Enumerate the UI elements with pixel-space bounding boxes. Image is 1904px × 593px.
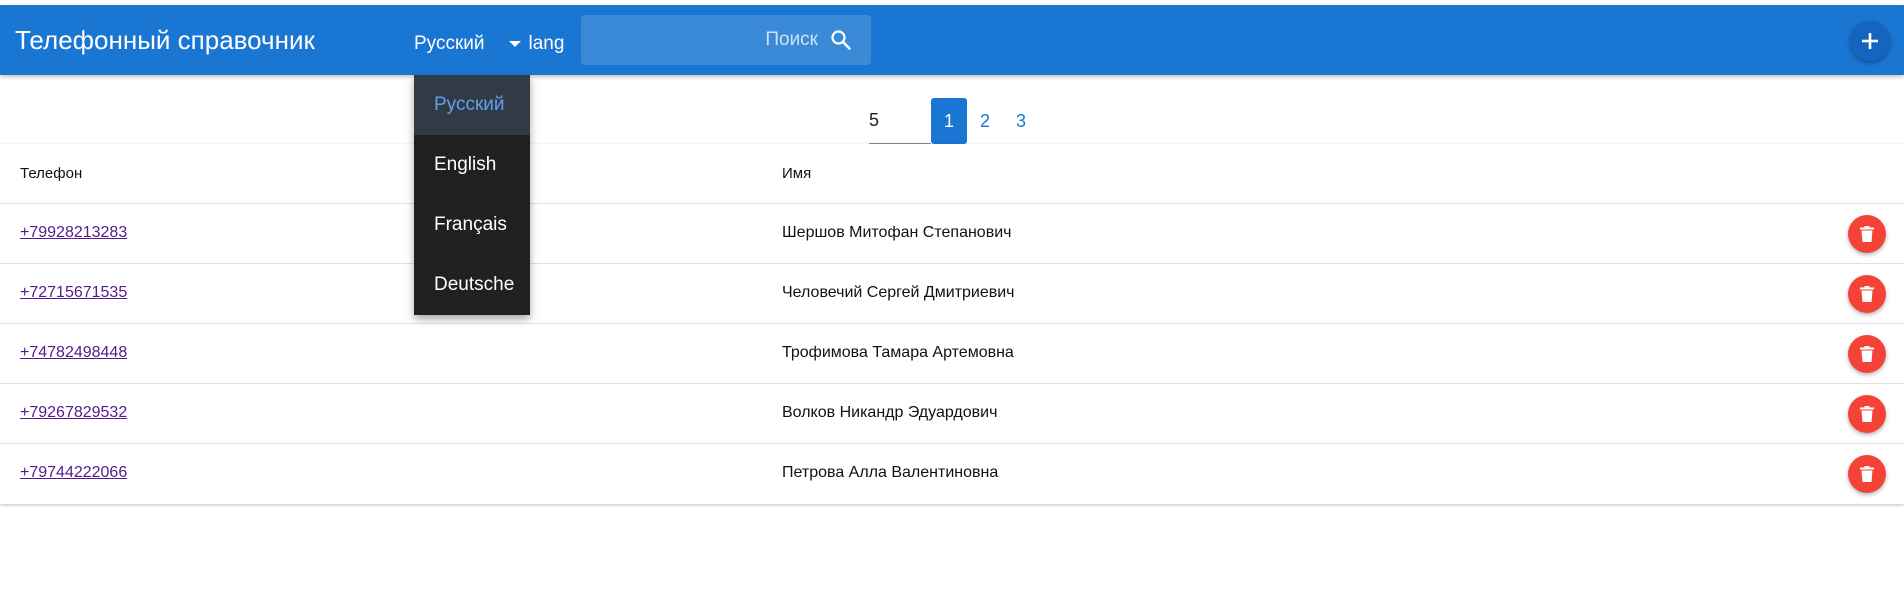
name-cell: Человечий Сергей Дмитриевич — [782, 284, 1015, 301]
delete-button[interactable] — [1848, 215, 1886, 253]
contacts-table: Телефон Имя +79928213283 Шершов Митофан … — [0, 144, 1904, 504]
phone-link[interactable]: +74782498448 — [20, 344, 127, 362]
page-size-field[interactable]: 5 — [869, 98, 931, 144]
trash-icon — [1860, 406, 1874, 422]
language-option-ru[interactable]: Русский — [414, 75, 530, 135]
delete-button[interactable] — [1848, 275, 1886, 313]
page-button-3[interactable]: 3 — [1003, 98, 1039, 144]
delete-button[interactable] — [1848, 455, 1886, 493]
phone-link[interactable]: +72715671535 — [20, 284, 127, 302]
delete-button[interactable] — [1848, 335, 1886, 373]
add-contact-button[interactable] — [1850, 21, 1890, 61]
name-cell: Шершов Митофан Степанович — [782, 224, 1012, 241]
table-row: +74782498448 Трофимова Тамара Артемовна — [0, 324, 1904, 384]
trash-icon — [1860, 226, 1874, 242]
table-row: +79744222066 Петрова Алла Валентиновна — [0, 444, 1904, 504]
page-button-2[interactable]: 2 — [967, 98, 1003, 144]
column-header-phone: Телефон — [20, 165, 83, 182]
search-icon[interactable] — [829, 28, 853, 52]
plus-icon — [1862, 33, 1878, 49]
dropdown-arrow-icon — [508, 41, 521, 47]
language-option-de[interactable]: Deutsche — [414, 255, 530, 315]
name-cell: Трофимова Тамара Артемовна — [782, 344, 1014, 361]
phone-link[interactable]: +79744222066 — [20, 464, 127, 482]
phone-link[interactable]: +79928213283 — [20, 224, 127, 242]
trash-icon — [1860, 346, 1874, 362]
page-button-1[interactable]: 1 — [931, 98, 967, 144]
language-option-fr[interactable]: Français — [414, 195, 530, 255]
language-option-en[interactable]: English — [414, 135, 530, 195]
language-select-value: Русский — [414, 33, 485, 54]
table-row: +79267829532 Волков Никандр Эдуардович — [0, 384, 1904, 444]
pagination: 5 1 2 3 — [869, 98, 1039, 144]
name-cell: Петрова Алла Валентиновна — [782, 464, 999, 481]
app-bar: Телефонный справочник Русский lang — [0, 5, 1904, 75]
table-row: +79928213283 Шершов Митофан Степанович — [0, 204, 1904, 264]
search-input[interactable] — [581, 15, 826, 65]
trash-icon — [1860, 466, 1874, 482]
app-title: Телефонный справочник — [15, 25, 315, 55]
name-cell: Волков Никандр Эдуардович — [782, 404, 998, 421]
search-box — [581, 15, 871, 65]
trash-icon — [1860, 286, 1874, 302]
table-header: Телефон Имя — [0, 144, 1904, 204]
language-menu: Русский English Français Deutsche — [414, 75, 530, 315]
phone-link[interactable]: +79267829532 — [20, 404, 127, 422]
language-select-label: lang — [528, 33, 565, 54]
table-row: +72715671535 Человечий Сергей Дмитриевич — [0, 264, 1904, 324]
column-header-name: Имя — [782, 165, 812, 182]
delete-button[interactable] — [1848, 395, 1886, 433]
language-select[interactable]: Русский lang — [414, 29, 574, 59]
